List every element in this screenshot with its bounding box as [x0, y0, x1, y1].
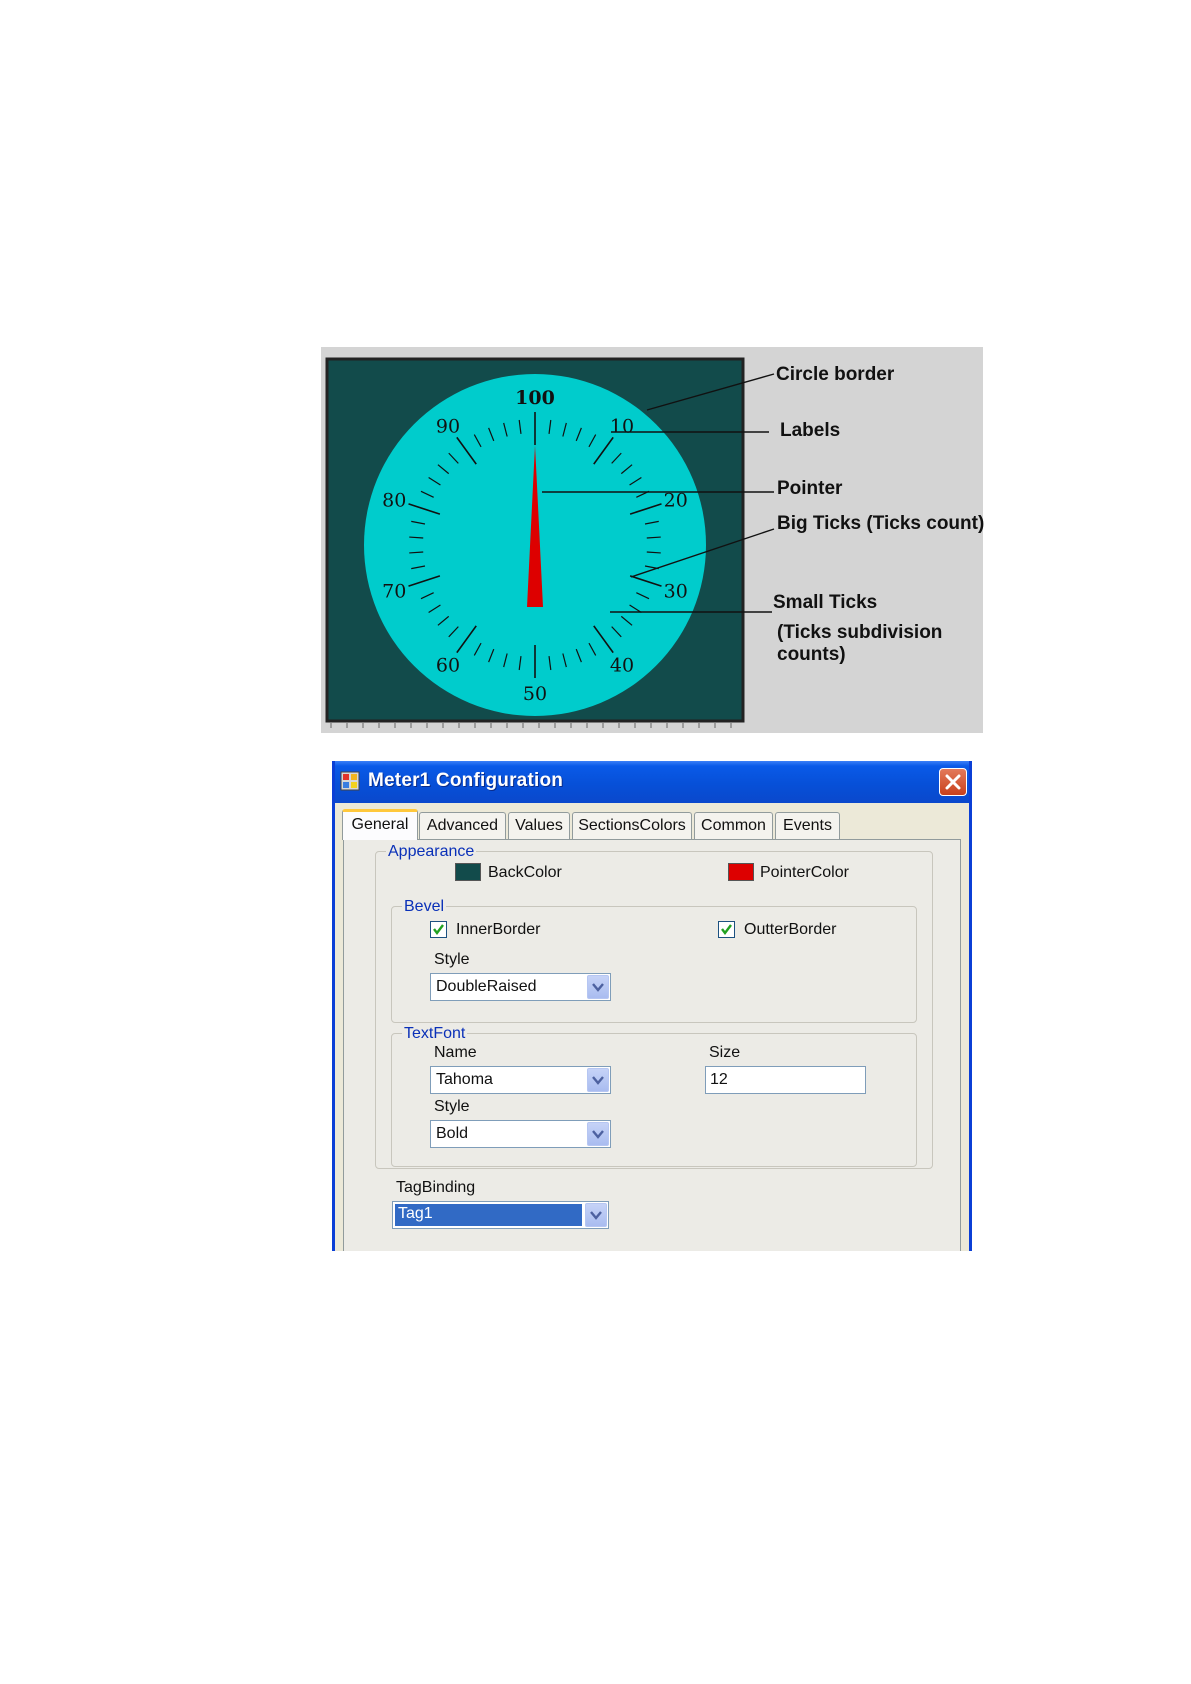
dropdown-button[interactable]: [585, 1203, 607, 1227]
dial-label: 50: [523, 683, 547, 705]
chevron-down-icon: [592, 1130, 604, 1139]
callout-small-ticks-note-1: (Ticks subdivision: [777, 622, 943, 643]
close-button[interactable]: [939, 768, 967, 796]
tab-events-label: Events: [783, 817, 832, 834]
checkmark-icon: [433, 924, 444, 935]
chevron-down-icon: [592, 983, 604, 992]
dial-label: 100: [515, 387, 555, 409]
outer-border-checkbox[interactable]: [718, 921, 735, 938]
app-icon: [340, 771, 360, 791]
bevel-style-value: DoubleRaised: [436, 978, 537, 995]
callout-pointer: Pointer: [777, 478, 843, 499]
dial-label: 80: [382, 489, 406, 511]
font-size-value: 12: [710, 1071, 728, 1088]
meter-configuration-dialog: Meter1 Configuration General Advanced Va…: [332, 761, 972, 1251]
textfont-group: TextFont Name Tahoma Size 12 Style Bold: [391, 1025, 917, 1167]
tagbinding-label: TagBinding: [396, 1179, 476, 1196]
outer-border-label: OutterBorder: [744, 921, 837, 938]
dropdown-button[interactable]: [587, 1122, 609, 1146]
dial-label: 60: [436, 655, 460, 677]
bevel-style-dropdown[interactable]: DoubleRaised: [430, 973, 611, 1001]
dial-label: 30: [664, 581, 688, 603]
tab-sectionscolors-label: SectionsColors: [578, 817, 686, 834]
tab-values-label: Values: [515, 817, 563, 834]
tab-sectionscolors[interactable]: SectionsColors: [572, 812, 692, 839]
pointercolor-label: PointerColor: [760, 864, 849, 881]
inner-border-label: InnerBorder: [456, 921, 541, 938]
callout-big-ticks: Big Ticks (Ticks count): [777, 513, 985, 534]
tab-common-label: Common: [701, 817, 766, 834]
callout-small-ticks: Small Ticks: [773, 592, 878, 613]
dial-label: 70: [382, 581, 406, 603]
dial-label: 40: [610, 655, 634, 677]
font-name-label: Name: [434, 1044, 477, 1061]
pointercolor-swatch[interactable]: [728, 863, 754, 881]
dropdown-button[interactable]: [587, 1068, 609, 1092]
chevron-down-icon: [592, 1076, 604, 1085]
callout-circle-border: Circle border: [776, 364, 895, 385]
appearance-group: Appearance BackColor PointerColor Bevel …: [375, 843, 933, 1169]
tab-general-label: General: [351, 816, 409, 833]
font-style-dropdown[interactable]: Bold: [430, 1120, 611, 1148]
checkmark-icon: [721, 924, 732, 935]
chevron-down-icon: [590, 1211, 602, 1220]
textfont-group-label: TextFont: [402, 1025, 468, 1043]
close-icon: [945, 774, 961, 790]
tab-advanced-label: Advanced: [426, 817, 499, 834]
appearance-group-label: Appearance: [386, 843, 477, 861]
font-size-label: Size: [709, 1044, 741, 1061]
callout-small-ticks-note-2: counts): [777, 644, 846, 665]
tab-common[interactable]: Common: [694, 812, 773, 839]
general-tab-panel: Appearance BackColor PointerColor Bevel …: [343, 839, 961, 1251]
font-size-input[interactable]: 12: [705, 1066, 866, 1094]
tab-general[interactable]: General: [342, 809, 418, 840]
backcolor-label: BackColor: [488, 864, 562, 881]
tagbinding-dropdown[interactable]: Tag1: [392, 1201, 609, 1229]
callout-labels: Labels: [780, 420, 841, 441]
dial-label: 90: [436, 415, 460, 437]
dialog-title: Meter1 Configuration: [368, 770, 564, 791]
font-style-value: Bold: [436, 1125, 469, 1142]
bevel-group: Bevel InnerBorder OutterBorder Style Dou…: [391, 898, 917, 1023]
font-style-label: Style: [434, 1098, 470, 1115]
tab-values[interactable]: Values: [508, 812, 570, 839]
tagbinding-value: Tag1: [395, 1204, 582, 1226]
dial-label: 10: [610, 415, 634, 437]
font-name-dropdown[interactable]: Tahoma: [430, 1066, 611, 1094]
meter-diagram: 100102030405060708090: [325, 357, 775, 728]
dialog-titlebar[interactable]: Meter1 Configuration: [335, 761, 969, 803]
backcolor-swatch[interactable]: [455, 863, 481, 881]
dropdown-button[interactable]: [587, 975, 609, 999]
tab-advanced[interactable]: Advanced: [419, 812, 506, 839]
font-name-value: Tahoma: [436, 1071, 493, 1088]
bevel-style-label: Style: [434, 951, 470, 968]
inner-border-checkbox[interactable]: [430, 921, 447, 938]
tab-events[interactable]: Events: [775, 812, 840, 839]
figure-bottom-ruler: [330, 723, 732, 728]
meter-figure: 100 10 20 30 40 50 60 70 80 90 Circle border Labe…: [321, 347, 985, 733]
bevel-group-label: Bevel: [402, 898, 447, 916]
